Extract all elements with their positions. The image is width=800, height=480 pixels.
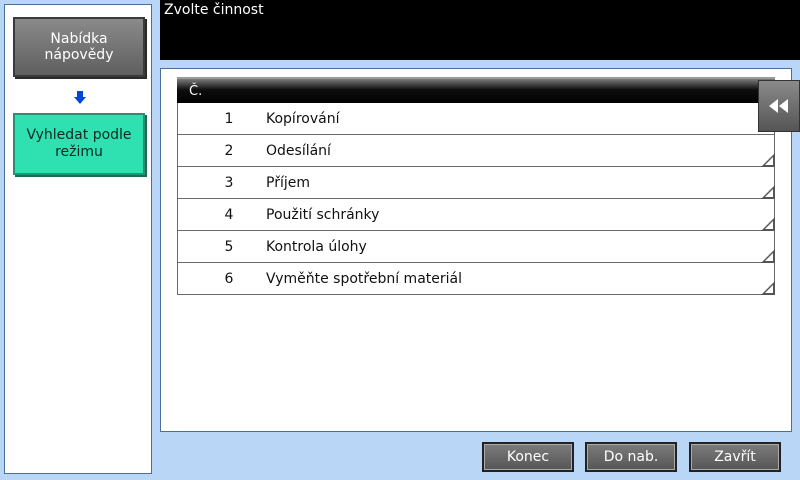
activity-table: Č. 1 Kopírování 2 Odesílání 3 Příjem 4 P… [177, 77, 775, 295]
top-bar: Zvolte činnost [160, 0, 800, 60]
row-label: Kontrola úlohy [266, 238, 367, 255]
row-number: 3 [224, 174, 234, 191]
corner-fold-icon [761, 217, 775, 231]
to-menu-button[interactable]: Do nab. [585, 442, 677, 472]
page-title: Zvolte činnost [164, 2, 264, 18]
row-number: 5 [224, 238, 234, 255]
end-button-label: Konec [506, 449, 550, 465]
table-row[interactable]: 2 Odesílání [177, 135, 775, 167]
row-number: 4 [224, 206, 234, 223]
table-row[interactable]: 3 Příjem [177, 167, 775, 199]
row-label: Kopírování [266, 110, 340, 127]
row-label: Odesílání [266, 142, 331, 159]
row-number: 2 [224, 142, 234, 159]
corner-fold-icon [761, 249, 775, 263]
row-label: Vyměňte spotřební materiál [266, 270, 462, 287]
corner-fold-icon [761, 185, 775, 199]
help-menu-label: Nabídka nápovědy [44, 31, 114, 63]
collapse-panel-button[interactable] [758, 80, 800, 132]
search-by-mode-label: Vyhledat podle režimu [26, 127, 132, 160]
table-header: Č. [177, 77, 775, 103]
end-button[interactable]: Konec [482, 442, 574, 472]
table-row[interactable]: 6 Vyměňte spotřební materiál [177, 263, 775, 295]
table-row[interactable]: 1 Kopírování [177, 103, 775, 135]
search-by-mode-button[interactable]: Vyhledat podle režimu [13, 113, 145, 175]
double-chevron-left-icon [769, 99, 788, 113]
close-button[interactable]: Zavřít [689, 442, 781, 472]
row-number: 1 [224, 110, 234, 127]
help-menu-button[interactable]: Nabídka nápovědy [13, 17, 145, 77]
corner-fold-icon [761, 281, 775, 295]
main-panel: Č. 1 Kopírování 2 Odesílání 3 Příjem 4 P… [160, 68, 792, 432]
to-menu-button-label: Do nab. [603, 449, 659, 465]
row-label: Příjem [266, 174, 310, 191]
column-number-header: Č. [189, 83, 203, 99]
table-row[interactable]: 4 Použití schránky [177, 199, 775, 231]
table-row[interactable]: 5 Kontrola úlohy [177, 231, 775, 263]
row-number: 6 [224, 270, 234, 287]
arrow-down-icon [74, 91, 86, 104]
close-button-label: Zavřít [714, 449, 756, 465]
left-panel: Nabídka nápovědy Vyhledat podle režimu [4, 4, 152, 474]
corner-fold-icon [761, 153, 775, 167]
row-label: Použití schránky [266, 206, 380, 223]
